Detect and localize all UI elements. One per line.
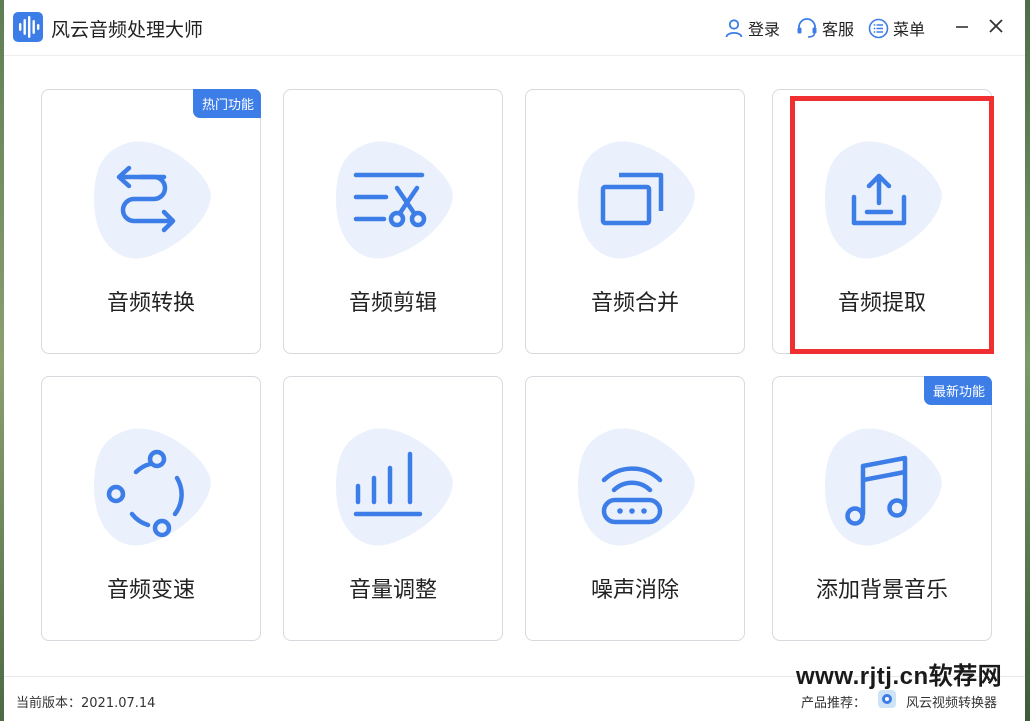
card-label: 添加背景音乐: [815, 578, 948, 603]
login-label: 登录: [748, 20, 781, 39]
hot-feature-badge: 热门功能: [192, 89, 261, 118]
login-button[interactable]: 登录: [724, 16, 780, 40]
router-wave-icon: [578, 428, 695, 546]
card-audio-cut[interactable]: 音频剪辑: [283, 89, 503, 354]
minimize-icon: [956, 26, 968, 28]
card-label: 音频合并: [590, 291, 679, 316]
card-audio-convert[interactable]: 音频转换 热门功能: [41, 89, 261, 354]
volume-bars-icon: [336, 428, 453, 546]
headset-icon: [797, 18, 817, 38]
convert-arrows-icon: [94, 141, 211, 259]
recommend-product-link[interactable]: 风云视频转换器: [906, 692, 997, 711]
music-note-icon: [825, 428, 942, 546]
orbit-icon: [94, 428, 211, 546]
product-icon: [878, 690, 896, 708]
card-audio-merge[interactable]: 音频合并: [525, 89, 745, 354]
app-title: 风云音频处理大师: [51, 19, 204, 41]
card-label: 音频变速: [106, 578, 195, 603]
support-label: 客服: [822, 20, 855, 39]
menu-list-icon: [868, 18, 889, 38]
title-divider: [4, 55, 1025, 56]
app-logo-icon: [13, 12, 43, 42]
new-feature-badge: 最新功能: [923, 376, 992, 405]
merge-squares-icon: [578, 141, 695, 259]
version-text: 当前版本：2021.07.14: [16, 696, 156, 711]
support-button[interactable]: 客服: [796, 16, 854, 40]
watermark-text: www.rjtj.cn软荐网: [796, 663, 1003, 690]
card-label: 音量调整: [348, 578, 437, 603]
card-add-background-music[interactable]: 添加背景音乐 最新功能: [772, 376, 992, 641]
card-audio-speed[interactable]: 音频变速: [41, 376, 261, 641]
card-noise-removal[interactable]: 噪声消除: [525, 376, 745, 641]
card-label: 音频剪辑: [348, 291, 437, 316]
desktop-background-right: [1025, 0, 1030, 721]
close-button[interactable]: [984, 14, 1008, 38]
card-label: 噪声消除: [590, 578, 679, 603]
card-label: 音频转换: [106, 291, 195, 316]
card-volume-adjust[interactable]: 音量调整: [283, 376, 503, 641]
close-icon: [989, 19, 1003, 33]
highlight-box: [790, 96, 994, 354]
menu-button[interactable]: 菜单: [868, 16, 925, 40]
recommend-label: 产品推荐：: [801, 696, 867, 711]
app-window: 风云音频处理大师 登录 客服 菜单 音频转换 热门功能 音频剪辑 音频合并 音频…: [4, 0, 1025, 721]
title-bar: 风云音频处理大师 登录 客服 菜单: [4, 0, 1025, 55]
scissors-icon: [336, 141, 453, 259]
user-icon: [725, 19, 743, 38]
minimize-button[interactable]: [950, 14, 974, 38]
menu-label: 菜单: [893, 20, 926, 39]
